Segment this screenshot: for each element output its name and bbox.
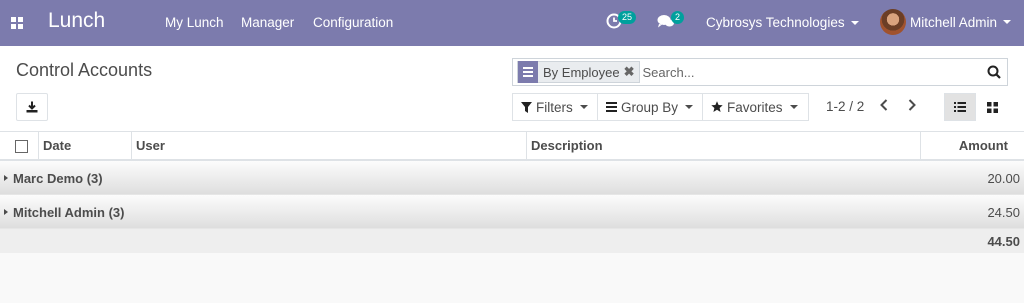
chevron-down-icon <box>685 105 694 109</box>
search-bar: By Employee ✖ <box>512 58 1008 86</box>
breadcrumb[interactable]: Control Accounts <box>16 60 152 81</box>
company-switcher[interactable]: Cybrosys Technologies <box>706 15 859 30</box>
app-title[interactable]: Lunch <box>48 9 105 33</box>
group-amount: 24.50 <box>987 205 1020 220</box>
main-navbar: Lunch My Lunch Manager Configuration 25 … <box>0 0 1024 46</box>
chevron-down-icon <box>579 105 588 109</box>
column-description[interactable]: Description <box>526 132 921 159</box>
pager-next-icon[interactable] <box>907 98 917 116</box>
kanban-view-icon <box>986 101 998 113</box>
control-panel: Control Accounts By Employee ✖ Filters G… <box>0 46 1024 132</box>
group-by-button[interactable]: Group By <box>597 93 705 121</box>
activity-button[interactable]: 25 <box>606 11 637 32</box>
group-by-label: Group By <box>621 99 679 115</box>
column-amount[interactable]: Amount <box>920 132 1024 159</box>
group-amount: 20.00 <box>987 171 1020 186</box>
search-icon[interactable] <box>987 65 1001 82</box>
list-view-button[interactable] <box>944 93 976 121</box>
apps-menu-icon[interactable] <box>11 17 23 29</box>
column-user[interactable]: User <box>131 132 527 159</box>
group-row[interactable]: Mitchell Admin (3) 24.50 <box>0 195 1024 229</box>
star-icon <box>711 101 723 112</box>
chevron-down-icon <box>1003 20 1012 24</box>
menu-manager[interactable]: Manager <box>241 15 294 30</box>
avatar <box>880 9 906 35</box>
download-icon <box>26 101 38 113</box>
favorites-label: Favorites <box>727 99 783 115</box>
select-all-checkbox[interactable] <box>15 140 28 153</box>
group-row[interactable]: Marc Demo (3) 20.00 <box>0 161 1024 195</box>
total-row: 44.50 <box>0 229 1024 253</box>
chevron-down-icon <box>789 105 798 109</box>
caret-right-icon <box>4 175 8 181</box>
menu-my-lunch[interactable]: My Lunch <box>165 15 224 30</box>
user-menu[interactable]: Mitchell Admin <box>880 9 1012 35</box>
message-count-badge: 2 <box>671 11 685 24</box>
group-by-facet-icon <box>518 61 538 83</box>
group-name: Mitchell Admin (3) <box>13 205 125 220</box>
activity-count-badge: 25 <box>618 11 637 24</box>
search-facet: By Employee ✖ <box>517 61 640 83</box>
messaging-button[interactable]: 2 <box>657 11 685 32</box>
list-table: Date User Description Amount Marc Demo (… <box>0 132 1024 253</box>
caret-right-icon <box>4 209 8 215</box>
favorites-button[interactable]: Favorites <box>702 93 809 121</box>
kanban-view-button[interactable] <box>976 93 1008 121</box>
list-view-icon <box>954 102 966 112</box>
facet-remove-icon[interactable]: ✖ <box>624 64 639 80</box>
pager-value[interactable]: 1-2 / 2 <box>826 99 864 114</box>
user-name: Mitchell Admin <box>910 14 998 30</box>
filters-label: Filters <box>536 99 573 115</box>
pager-previous-icon[interactable] <box>879 98 889 116</box>
filter-icon <box>521 101 532 113</box>
company-name: Cybrosys Technologies <box>706 15 845 30</box>
export-button[interactable] <box>16 93 48 121</box>
list-bars-icon <box>606 102 617 112</box>
filters-button[interactable]: Filters <box>512 93 599 121</box>
total-amount: 44.50 <box>987 234 1020 249</box>
group-name: Marc Demo (3) <box>13 171 103 186</box>
column-date[interactable]: Date <box>38 132 132 159</box>
menu-configuration[interactable]: Configuration <box>313 15 393 30</box>
table-header: Date User Description Amount <box>0 132 1024 161</box>
search-input[interactable] <box>642 64 973 80</box>
chevron-down-icon <box>850 21 859 26</box>
facet-label: By Employee <box>543 64 620 80</box>
